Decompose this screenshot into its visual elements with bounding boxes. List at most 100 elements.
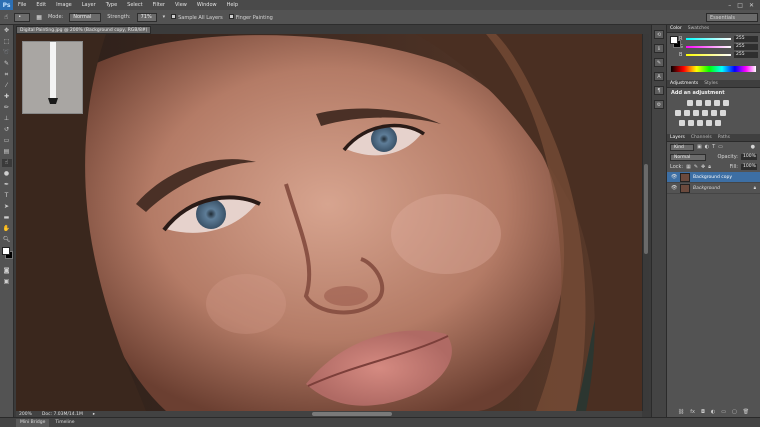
- channel-mixer-icon[interactable]: [711, 110, 717, 116]
- curves-icon[interactable]: [705, 100, 711, 106]
- color-lookup-icon[interactable]: [720, 110, 726, 116]
- foreground-color-swatch[interactable]: [2, 247, 10, 255]
- tab-layers[interactable]: Layers: [670, 135, 685, 140]
- menu-select[interactable]: Select: [122, 2, 147, 8]
- zoom-level[interactable]: 200%: [19, 412, 32, 417]
- menu-window[interactable]: Window: [192, 2, 222, 8]
- smudge-tool-preset-icon[interactable]: ☝: [4, 13, 8, 21]
- quick-select-tool-icon[interactable]: ✎: [2, 60, 12, 68]
- close-button[interactable]: ✕: [749, 2, 754, 9]
- rectangle-tool-icon[interactable]: ▬: [2, 214, 12, 222]
- move-tool-icon[interactable]: ✥: [2, 27, 12, 35]
- color-balance-icon[interactable]: [684, 110, 690, 116]
- horizontal-scroll-thumb[interactable]: [312, 412, 392, 416]
- kind-filter-select[interactable]: Kind: [670, 143, 694, 151]
- tab-paths[interactable]: Paths: [718, 135, 730, 140]
- lock-pixels-icon[interactable]: ▦: [686, 164, 691, 170]
- hand-tool-icon[interactable]: ✋: [2, 225, 12, 233]
- tab-color[interactable]: Color: [670, 26, 682, 31]
- threshold-icon[interactable]: [697, 120, 703, 126]
- quick-mask-icon[interactable]: ◙: [2, 267, 12, 275]
- gradient-tool-icon[interactable]: ▤: [2, 148, 12, 156]
- minimize-button[interactable]: –: [728, 2, 731, 9]
- color-spectrum-ramp[interactable]: [671, 66, 756, 72]
- exposure-icon[interactable]: [714, 100, 720, 106]
- green-value[interactable]: 255: [734, 44, 758, 50]
- blue-slider[interactable]: [686, 54, 731, 56]
- clone-stamp-tool-icon[interactable]: ⊥: [2, 115, 12, 123]
- filter-adjust-icon[interactable]: ◐: [705, 144, 709, 150]
- status-menu-icon[interactable]: ▸: [93, 412, 95, 417]
- document-canvas[interactable]: [16, 34, 642, 411]
- document-tab[interactable]: Digital Painting.jpg @ 200% (Background …: [16, 26, 151, 41]
- vertical-scrollbar[interactable]: [642, 34, 649, 411]
- gradient-map-icon[interactable]: [706, 120, 712, 126]
- menu-file[interactable]: File: [13, 2, 31, 8]
- filter-pixel-icon[interactable]: ▣: [697, 144, 702, 150]
- tab-timeline[interactable]: Timeline: [51, 419, 78, 427]
- new-group-icon[interactable]: ▭: [721, 409, 726, 415]
- opacity-input[interactable]: 100%: [741, 154, 757, 160]
- filter-shape-icon[interactable]: ▭: [718, 144, 723, 150]
- red-slider[interactable]: [686, 38, 731, 40]
- eraser-tool-icon[interactable]: ▭: [2, 137, 12, 145]
- brush-tool-icon[interactable]: ✏: [2, 104, 12, 112]
- filter-toggle-icon[interactable]: ●: [751, 144, 755, 150]
- path-select-tool-icon[interactable]: ➤: [2, 203, 12, 211]
- blue-value[interactable]: 255: [734, 52, 758, 58]
- lasso-tool-icon[interactable]: ➰: [2, 49, 12, 57]
- strength-input[interactable]: 71%: [136, 12, 157, 22]
- eyedropper-tool-icon[interactable]: ⁄: [2, 82, 12, 90]
- color-fg-swatch[interactable]: [670, 36, 678, 44]
- tab-channels[interactable]: Channels: [691, 135, 712, 140]
- zoom-tool-icon[interactable]: 🔍︎: [2, 236, 12, 244]
- tab-adjustments[interactable]: Adjustments: [670, 81, 698, 86]
- tool-presets-icon[interactable]: ⚙: [654, 100, 664, 109]
- blend-mode-select[interactable]: Normal: [670, 153, 706, 161]
- layer-row[interactable]: 👁︎ Background 🔒︎: [667, 183, 760, 194]
- visibility-eye-icon[interactable]: 👁︎: [671, 185, 677, 191]
- menu-edit[interactable]: Edit: [31, 2, 51, 8]
- marquee-tool-icon[interactable]: ⬚: [2, 38, 12, 46]
- levels-icon[interactable]: [696, 100, 702, 106]
- history-brush-tool-icon[interactable]: ↺: [2, 126, 12, 134]
- new-layer-icon[interactable]: ▢: [732, 409, 737, 415]
- screen-mode-icon[interactable]: ▣: [2, 278, 12, 286]
- new-adjustment-icon[interactable]: ◐: [711, 409, 715, 415]
- sample-all-layers-checkbox[interactable]: Sample All Layers: [171, 13, 223, 21]
- green-slider[interactable]: [686, 46, 731, 48]
- dodge-tool-icon[interactable]: ●: [2, 170, 12, 178]
- red-value[interactable]: 255: [734, 36, 758, 42]
- color-swatches[interactable]: [0, 247, 13, 265]
- tab-swatches[interactable]: Swatches: [688, 26, 710, 31]
- finger-painting-checkbox[interactable]: Finger Painting: [228, 13, 273, 21]
- layer-name[interactable]: Background: [693, 186, 720, 191]
- lock-all-icon[interactable]: 🔒︎: [708, 164, 711, 170]
- menu-help[interactable]: Help: [222, 2, 243, 8]
- workspace-select[interactable]: Essentials: [706, 13, 758, 22]
- black-white-icon[interactable]: [693, 110, 699, 116]
- mode-select[interactable]: Normal: [69, 12, 102, 22]
- delete-layer-icon[interactable]: 🗑︎: [743, 409, 749, 415]
- layer-style-icon[interactable]: fx: [690, 409, 695, 415]
- character-panel-icon[interactable]: A: [654, 72, 664, 81]
- menu-layer[interactable]: Layer: [77, 2, 101, 8]
- pen-tool-icon[interactable]: ✒: [2, 181, 12, 189]
- tab-mini-bridge[interactable]: Mini Bridge: [16, 418, 50, 427]
- tab-styles[interactable]: Styles: [704, 81, 718, 86]
- properties-panel-icon[interactable]: ℹ: [654, 44, 664, 53]
- hue-saturation-icon[interactable]: [675, 110, 681, 116]
- healing-brush-tool-icon[interactable]: ✚: [2, 93, 12, 101]
- photo-filter-icon[interactable]: [702, 110, 708, 116]
- maximize-button[interactable]: □: [737, 2, 743, 9]
- chevron-down-icon[interactable]: ▾: [163, 14, 166, 20]
- selective-color-icon[interactable]: [715, 120, 721, 126]
- visibility-eye-icon[interactable]: 👁︎: [671, 174, 677, 180]
- lock-paint-icon[interactable]: ✎: [694, 164, 698, 170]
- menu-type[interactable]: Type: [101, 2, 122, 8]
- brush-presets-icon[interactable]: ✎: [654, 58, 664, 67]
- filter-type-icon[interactable]: T: [712, 144, 715, 150]
- brush-preset-picker[interactable]: •: [14, 12, 31, 22]
- link-layers-icon[interactable]: ⛓: [678, 409, 684, 415]
- layer-row[interactable]: 👁︎ Background copy: [667, 172, 760, 183]
